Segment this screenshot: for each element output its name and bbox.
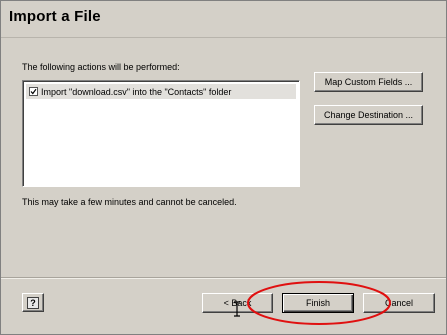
import-file-dialog: Import a File The following actions will… bbox=[0, 0, 447, 335]
map-custom-fields-button[interactable]: Map Custom Fields ... bbox=[314, 72, 423, 92]
back-button[interactable]: < Back bbox=[202, 293, 273, 313]
action-checkbox[interactable] bbox=[29, 87, 38, 96]
dialog-title: Import a File bbox=[9, 8, 101, 25]
title-bar: Import a File bbox=[1, 1, 446, 38]
actions-list[interactable]: Import "download.csv" into the "Contacts… bbox=[22, 80, 300, 187]
help-button[interactable]: ? bbox=[22, 293, 44, 312]
finish-button[interactable]: Finish bbox=[282, 293, 354, 313]
action-item-text: Import "download.csv" into the "Contacts… bbox=[41, 86, 232, 97]
cancel-button[interactable]: Cancel bbox=[363, 293, 435, 313]
change-destination-button[interactable]: Change Destination ... bbox=[314, 105, 423, 125]
time-warning-note: This may take a few minutes and cannot b… bbox=[22, 197, 237, 207]
list-item[interactable]: Import "download.csv" into the "Contacts… bbox=[26, 84, 296, 99]
actions-label: The following actions will be performed: bbox=[22, 62, 180, 72]
footer-separator bbox=[1, 277, 446, 279]
checkmark-icon bbox=[30, 88, 37, 95]
help-icon: ? bbox=[27, 296, 39, 309]
